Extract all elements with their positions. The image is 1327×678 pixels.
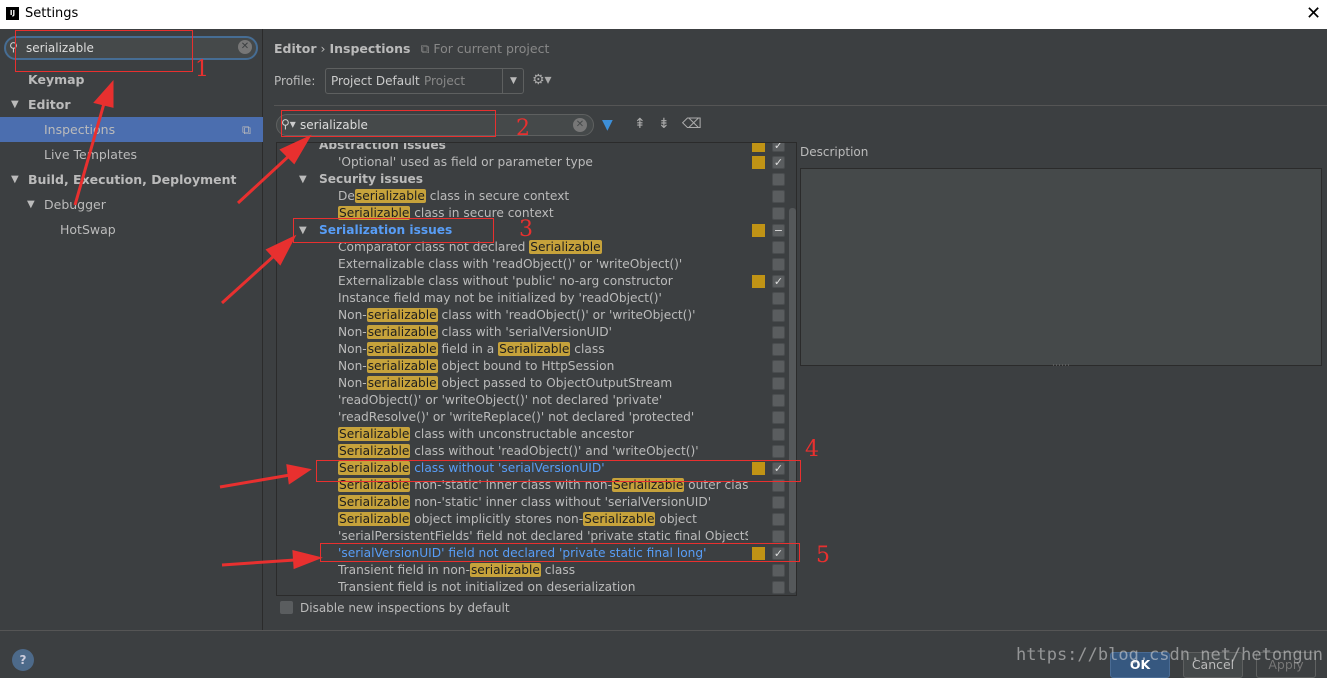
arrow-2 [236, 153, 292, 205]
arrow-1 [73, 99, 107, 206]
arrow-4 [219, 473, 291, 489]
arrow-5 [221, 558, 296, 567]
annotation-arrows [73, 80, 323, 570]
arrow-3 [220, 253, 277, 305]
